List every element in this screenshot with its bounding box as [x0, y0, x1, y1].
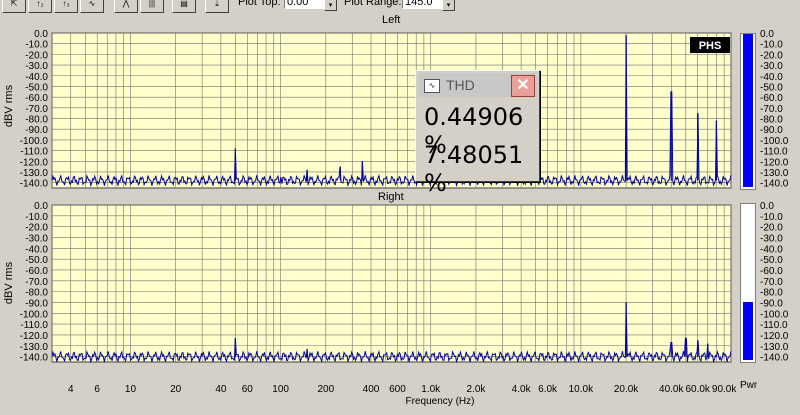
left-ytick: -10.0 [25, 40, 48, 51]
x-tick-label: 100 [272, 384, 289, 395]
right-ytick: -120.0 [20, 331, 49, 342]
x-tick-label: 40.0k [659, 384, 684, 395]
x-tick-label: 4.0k [512, 384, 532, 395]
left-ytick-right: -110.0 [760, 147, 788, 158]
right-ytick: -100.0 [20, 309, 49, 320]
right-ytick: -80.0 [25, 288, 48, 299]
thd-window[interactable]: ∿ THD ✕ 0.44906 % 7.48051 % [415, 70, 540, 197]
right-ytick-right: -10.0 [760, 212, 783, 223]
x-tick-label: 20.0k [614, 384, 639, 395]
right-ytick-right: -50.0 [760, 255, 783, 266]
x-tick-label: 4 [68, 384, 74, 395]
right-ytick: -60.0 [25, 266, 48, 277]
left-ytick: -70.0 [25, 104, 48, 115]
left-ytick-right: -80.0 [760, 115, 783, 126]
right-ytick-right: -120.0 [760, 331, 789, 342]
x-tick-label: 60.0k [685, 384, 710, 395]
close-icon[interactable]: ✕ [511, 75, 535, 97]
right-ytick-right: -20.0 [760, 223, 783, 234]
left-ytick-right: -60.0 [760, 93, 783, 104]
x-tick-label: 600 [389, 384, 406, 395]
right-ytick: -90.0 [25, 298, 48, 309]
left-ytick: -100.0 [20, 136, 49, 147]
left-ytick-right: -70.0 [760, 104, 783, 115]
left-ytick: -120.0 [20, 157, 49, 168]
right-plot-area [51, 204, 732, 363]
left-ytick-right: -140.0 [760, 179, 789, 190]
spectrum-plots: 0.0 0.0-10.0 -10.0-20.0 -20.0-30.0 -30.0-40.… [20, 29, 789, 407]
thd-title-bar[interactable]: ∿ THD ✕ [418, 73, 537, 97]
right-ytick-right: -110.0 [760, 320, 788, 331]
right-level-meter [740, 203, 756, 363]
x-tick-label: 2.0k [466, 384, 486, 395]
left-ytick-right: -30.0 [760, 61, 783, 72]
left-ytick: -140.0 [20, 179, 49, 190]
left-ytick: -40.0 [25, 72, 48, 83]
right-ytick: 0.0 [34, 201, 48, 212]
x-tick-label: 200 [317, 384, 334, 395]
left-ytick-right: -20.0 [760, 50, 783, 61]
left-ytick-right: -130.0 [760, 168, 789, 179]
right-ytick: -20.0 [25, 223, 48, 234]
left-ytick: 0.0 [34, 29, 48, 40]
right-ytick: -70.0 [25, 277, 48, 288]
right-ytick-right: -60.0 [760, 266, 783, 277]
x-tick-label: 20 [170, 384, 182, 395]
right-ytick-right: -40.0 [760, 244, 783, 255]
left-ytick: -50.0 [25, 82, 48, 93]
right-ytick-right: -130.0 [760, 342, 789, 353]
left-ytick-right: -50.0 [760, 82, 783, 93]
left-ytick: -90.0 [25, 125, 48, 136]
right-ytick-right: -100.0 [760, 309, 789, 320]
right-ytick: -140.0 [20, 353, 49, 364]
left-ytick-right: -120.0 [760, 157, 789, 168]
x-tick-label: 6.0k [538, 384, 558, 395]
right-ytick-right: -90.0 [760, 298, 783, 309]
left-ytick-right: 0.0 [760, 29, 774, 40]
x-tick-label: 60 [242, 384, 254, 395]
right-ytick-right: 0.0 [760, 201, 774, 212]
left-ytick-right: -40.0 [760, 72, 783, 83]
right-ytick: -130.0 [20, 342, 49, 353]
waveform-icon: ∿ [424, 79, 440, 93]
x-tick-label: 40 [215, 384, 227, 395]
right-ytick: -50.0 [25, 255, 48, 266]
left-level-meter [740, 33, 756, 190]
left-ytick: -110.0 [20, 147, 48, 158]
x-tick-label: 10.0k [569, 384, 594, 395]
right-ytick: -40.0 [25, 244, 48, 255]
left-ytick: -80.0 [25, 115, 48, 126]
left-ytick-right: -100.0 [760, 136, 789, 147]
phs-logo: PHS [699, 40, 722, 52]
left-level-fill [743, 34, 753, 187]
left-plot-area [51, 32, 732, 189]
x-tick-label: 400 [363, 384, 380, 395]
right-ytick: -10.0 [25, 212, 48, 223]
right-ytick-right: -30.0 [760, 233, 783, 244]
x-tick-label: 6 [94, 384, 100, 395]
left-ytick: -20.0 [25, 50, 48, 61]
left-ytick-right: -10.0 [760, 40, 783, 51]
right-ytick: -30.0 [25, 233, 48, 244]
x-axis-label: Frequency (Hz) [406, 396, 475, 407]
thd-value-right: 7.48051 % [424, 141, 524, 197]
x-tick-label: 90.0k [712, 384, 737, 395]
x-tick-label: 1.0k [421, 384, 441, 395]
left-ytick: -60.0 [25, 93, 48, 104]
right-ytick-right: -70.0 [760, 277, 783, 288]
right-ytick-right: -140.0 [760, 353, 789, 364]
left-ytick: -30.0 [25, 61, 48, 72]
thd-title: THD [446, 77, 475, 93]
left-ytick-right: -90.0 [760, 125, 783, 136]
right-level-fill [743, 302, 753, 360]
right-ytick-right: -80.0 [760, 288, 783, 299]
x-tick-label: 10 [125, 384, 137, 395]
right-ytick: -110.0 [20, 320, 48, 331]
pwr-label: Pwr [740, 380, 758, 391]
left-ytick: -130.0 [20, 168, 49, 179]
